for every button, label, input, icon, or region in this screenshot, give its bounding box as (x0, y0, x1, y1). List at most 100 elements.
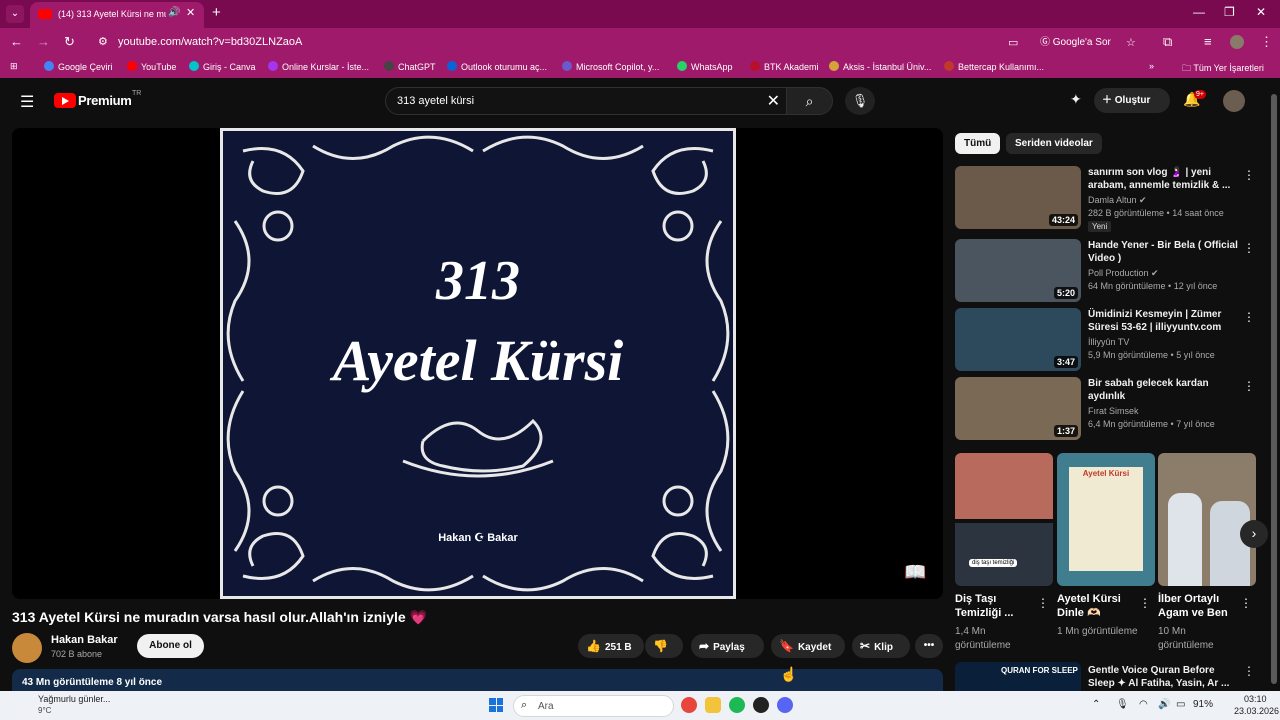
short-thumbnail[interactable]: diş taşı temizliği (955, 453, 1053, 586)
recommendation-channel[interactable]: Fırat Simsek (1088, 406, 1139, 416)
google-sor-button[interactable]: Ⓖ Google'a Sor (1036, 34, 1115, 51)
microphone-icon[interactable]: 🎙 (1116, 699, 1129, 710)
recommendation-menu-icon[interactable]: ⋮ (1243, 241, 1255, 255)
file-explorer-icon[interactable] (705, 697, 721, 713)
channel-avatar[interactable] (12, 633, 42, 663)
recommendation-menu-icon[interactable]: ⋮ (1243, 664, 1255, 678)
recommendation-thumbnail[interactable]: 1:37 (955, 377, 1081, 440)
apps-grid-icon[interactable]: ⊞ (10, 61, 18, 72)
battery-icon[interactable]: ▭ (1176, 699, 1185, 710)
voice-search-button[interactable]: 🎙 (845, 87, 875, 115)
clear-search-icon[interactable]: ✕ (767, 91, 780, 111)
recommendation-item[interactable]: 3:47 Ümidinizi Kesmeyin | Zümer Süresi 53… (955, 308, 1255, 374)
search-input[interactable]: 313 ayetel kürsi (397, 95, 474, 107)
bookmark-item[interactable]: Google Çeviri (44, 61, 113, 72)
bookmark-item[interactable]: ChatGPT (384, 61, 436, 72)
extensions-icon[interactable]: ⧉ (1163, 34, 1172, 50)
page-scrollbar[interactable] (1268, 78, 1280, 692)
bookmark-item[interactable]: Giriş - Canva (189, 61, 256, 72)
recommendation-title[interactable]: Ümidinizi Kesmeyin | Zümer Süresi 53-62 … (1088, 308, 1238, 334)
short-thumbnail[interactable]: Ayetel Kürsi (1057, 453, 1155, 586)
recommendation-menu-icon[interactable]: ⋮ (1243, 168, 1255, 182)
tray-chevron-icon[interactable]: ⌃ (1092, 699, 1100, 710)
description-box[interactable]: 43 Mn görüntüleme 8 yıl önce (12, 669, 943, 691)
recommendation-thumbnail[interactable]: 5:20 (955, 239, 1081, 302)
bookmark-star-icon[interactable]: ☆ (1126, 36, 1136, 49)
clock-date[interactable]: 23.03.2026 (1234, 706, 1279, 716)
audio-playing-icon[interactable]: 🔊 (168, 7, 180, 18)
cast-icon[interactable]: ▭ (1008, 36, 1018, 49)
minimize-icon[interactable]: — (1193, 5, 1205, 19)
short-title[interactable]: Diş Taşı Temizliği ... (955, 592, 1040, 620)
bookmarks-more-button[interactable]: » (1149, 61, 1154, 71)
url-text[interactable]: youtube.com/watch?v=bd30ZLNZaoA (118, 36, 302, 48)
address-bar[interactable]: ⚙ youtube.com/watch?v=bd30ZLNZaoA ▭ Ⓖ Go… (92, 31, 1156, 54)
bookmark-item[interactable]: Microsoft Copilot, y... (562, 61, 659, 72)
recommendation-item[interactable]: 1:37 Bir sabah gelecek kardan aydınlık Fır… (955, 377, 1255, 443)
chip-all[interactable]: Tümü (955, 133, 1001, 154)
taskbar-search[interactable]: ⌕ Ara (513, 695, 674, 717)
weather-rain-icon[interactable]: 🌧 (16, 697, 34, 714)
recommendation-menu-icon[interactable]: ⋮ (1243, 310, 1255, 324)
recommendation-item[interactable]: 43:24 sanırım son vlog 🤰🏻 | yeni arabam, … (955, 166, 1255, 232)
recommendation-thumbnail[interactable]: QURAN FOR SLEEP (955, 662, 1081, 691)
scrollbar-thumb[interactable] (1271, 94, 1277, 684)
tab-search-button[interactable]: ⌄ (6, 5, 24, 23)
profile-avatar[interactable] (1230, 35, 1244, 49)
short-title[interactable]: Ayetel Kürsi Dinle 🫶🏻 (1057, 592, 1142, 620)
spotify-app-icon[interactable] (729, 697, 745, 713)
app-icon[interactable] (753, 697, 769, 713)
discord-app-icon[interactable] (777, 697, 793, 713)
short-title[interactable]: İlber Ortaylı Agam ve Ben (1158, 592, 1243, 620)
bookmark-item[interactable]: YouTube (127, 61, 176, 72)
recommendation-channel[interactable]: Damla Altun ✔ (1088, 195, 1147, 206)
short-menu-icon[interactable]: ⋮ (1037, 596, 1049, 610)
chrome-menu-icon[interactable]: ⋮ (1260, 34, 1273, 50)
clip-button[interactable]: ✂ Klip (852, 634, 910, 658)
create-button[interactable]: ＋ Oluştur (1094, 88, 1170, 113)
chip-series[interactable]: Seriden videolar (1006, 133, 1102, 154)
back-icon[interactable]: ← (10, 34, 23, 49)
recommendation-thumbnail[interactable]: 3:47 (955, 308, 1081, 371)
premium-logo-text[interactable]: Premium (78, 93, 132, 108)
media-control-icon[interactable]: ≡ (1204, 34, 1212, 49)
recommendation-thumbnail[interactable]: 43:24 (955, 166, 1081, 229)
active-tab[interactable]: (14) 313 Ayetel Kürsi ne mu 🔊 ✕ (30, 2, 204, 28)
short-thumbnail[interactable] (1158, 453, 1256, 586)
short-menu-icon[interactable]: ⋮ (1139, 596, 1151, 610)
bookmark-item[interactable]: Outlook oturumu aç... (447, 61, 547, 72)
youtube-logo-icon[interactable] (54, 93, 76, 108)
bookmark-item[interactable]: WhatsApp (677, 61, 733, 72)
recommendation-channel[interactable]: Poll Production ✔ (1088, 268, 1159, 279)
site-info-icon[interactable]: ⚙ (98, 35, 108, 48)
wifi-icon[interactable]: ◠ (1139, 699, 1148, 710)
recommendation-title[interactable]: Bir sabah gelecek kardan aydınlık (1088, 377, 1238, 403)
shorts-next-icon[interactable]: › (1240, 520, 1268, 548)
video-player[interactable]: 313 Ayetel Kürsi Hakan ☪ Bakar 📖 (12, 128, 943, 599)
window-close-icon[interactable]: ✕ (1256, 5, 1266, 19)
save-button[interactable]: 🔖 Kaydet (771, 634, 845, 658)
recommendation-title[interactable]: Hande Yener - Bir Bela ( Official Video … (1088, 239, 1238, 265)
dislike-button[interactable]: 👎 (645, 634, 683, 658)
bookmark-item[interactable]: Aksis - İstanbul Üniv... (829, 61, 931, 72)
maximize-icon[interactable]: ❐ (1224, 5, 1235, 19)
bookmark-item[interactable]: Bettercap Kullanımı... (944, 61, 1044, 72)
tab-close-icon[interactable]: ✕ (186, 6, 195, 19)
search-box[interactable]: 313 ayetel kürsi ✕ (385, 87, 787, 115)
channel-name[interactable]: Hakan Bakar (51, 634, 118, 646)
recommendation-channel[interactable]: İlliyyûn TV (1088, 337, 1129, 347)
volume-icon[interactable]: 🔊 (1158, 699, 1170, 710)
all-bookmarks-folder[interactable]: 🗀 Tüm Yer İşaretleri (1182, 61, 1264, 77)
weather-text[interactable]: Yağmurlu günler... (38, 694, 110, 704)
bookmark-item[interactable]: Online Kurslar - İste... (268, 61, 369, 72)
account-avatar[interactable] (1223, 90, 1245, 112)
like-button[interactable]: 👍 251 B (578, 634, 644, 658)
guide-menu-icon[interactable]: ☰ (20, 92, 34, 112)
recommendation-menu-icon[interactable]: ⋮ (1243, 379, 1255, 393)
windows-start-icon[interactable] (489, 698, 503, 712)
new-tab-button[interactable]: + (212, 4, 221, 21)
reload-icon[interactable]: ↻ (64, 34, 75, 50)
subscribe-button[interactable]: Abone ol (137, 634, 204, 658)
search-button[interactable]: ⌕ (786, 87, 833, 115)
chrome-app-icon[interactable] (681, 697, 697, 713)
